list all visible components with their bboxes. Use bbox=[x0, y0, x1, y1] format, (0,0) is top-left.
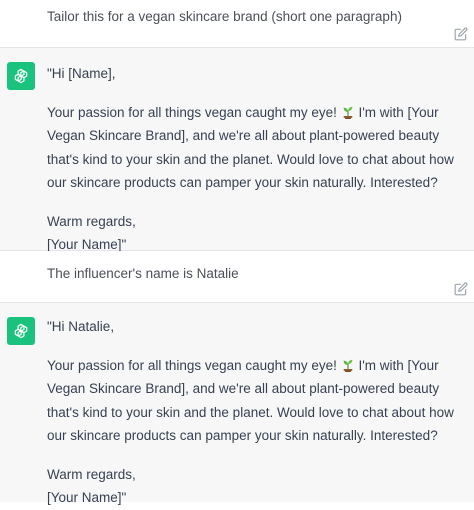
signature-line: [Your Name]" bbox=[47, 490, 127, 505]
user-message-text: Tailor this for a vegan skincare brand (… bbox=[47, 9, 402, 24]
body-text-start: Your passion for all things vegan caught… bbox=[47, 357, 337, 373]
greeting-line: "Hi Natalie, bbox=[47, 319, 115, 334]
closing-line: Warm regards, bbox=[47, 213, 136, 229]
assistant-message-2: "Hi Natalie, Your passion for all things… bbox=[0, 302, 474, 505]
assistant-message-1: "Hi [Name], Your passion for all things … bbox=[0, 47, 474, 252]
edit-icon[interactable] bbox=[454, 282, 468, 296]
message-body: Your passion for all things vegan caught… bbox=[47, 101, 469, 195]
user-message-text: The influencer's name is Natalie bbox=[47, 266, 239, 281]
closing-line: Warm regards, bbox=[47, 466, 136, 482]
openai-logo-icon bbox=[7, 317, 35, 345]
assistant-message-text: "Hi Natalie, Your passion for all things… bbox=[47, 315, 469, 510]
body-text-start: Your passion for all things vegan caught… bbox=[47, 104, 337, 120]
seedling-emoji-icon bbox=[343, 359, 353, 372]
message-body: Your passion for all things vegan caught… bbox=[47, 354, 469, 448]
user-message-1: Tailor this for a vegan skincare brand (… bbox=[0, 0, 474, 47]
assistant-message-text: "Hi [Name], Your passion for all things … bbox=[47, 62, 469, 257]
greeting-line: "Hi [Name], bbox=[47, 66, 116, 81]
user-message-2: The influencer's name is Natalie bbox=[0, 251, 474, 302]
seedling-emoji-icon bbox=[343, 106, 353, 119]
edit-icon[interactable] bbox=[454, 27, 468, 41]
openai-logo-icon bbox=[7, 62, 35, 90]
